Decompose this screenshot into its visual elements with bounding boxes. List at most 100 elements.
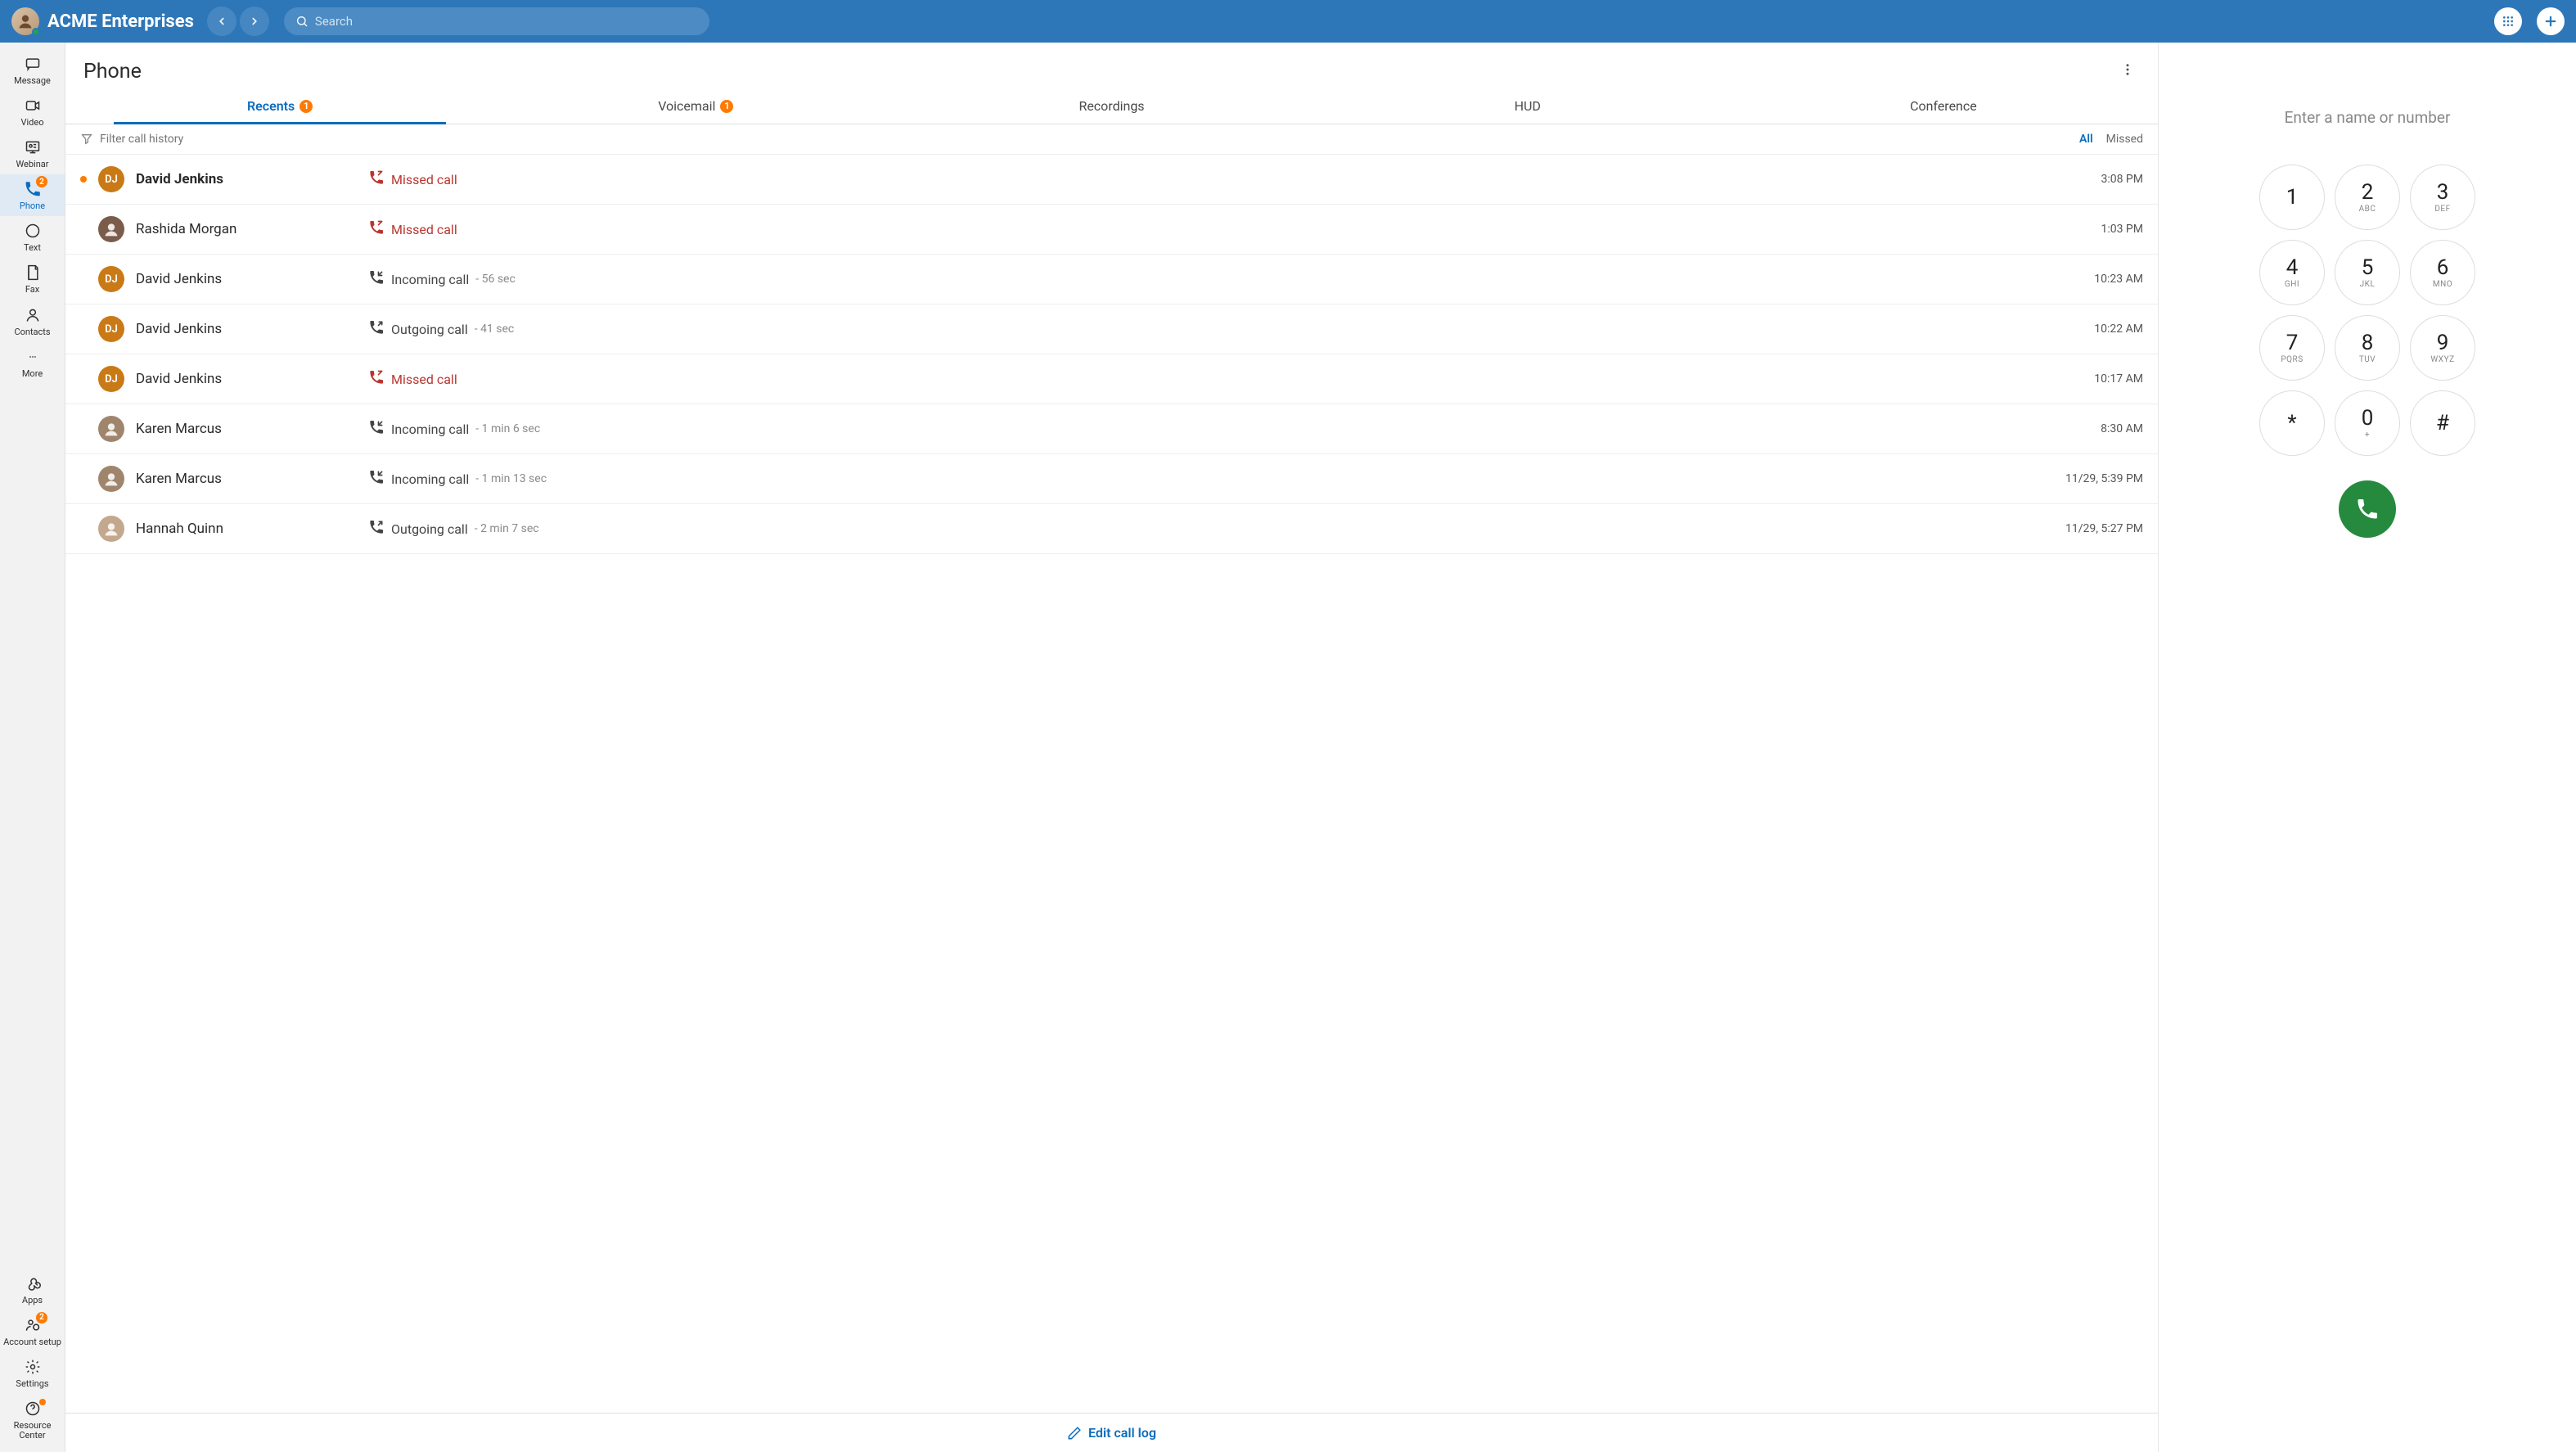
dialpad-key-2[interactable]: 2ABC	[2335, 165, 2400, 230]
chip-missed[interactable]: Missed	[2106, 133, 2143, 146]
dialpad-letters: TUV	[2359, 355, 2376, 364]
nav-item-account-setup[interactable]: Account setup2	[0, 1310, 65, 1352]
dialer-panel: Enter a name or number 12ABC3DEF 4GHI5JKL…	[2159, 43, 2576, 1452]
nav-item-label: More	[22, 369, 43, 379]
call-row[interactable]: Hannah QuinnOutgoing call2 min 7 sec11/2…	[65, 504, 2158, 554]
nav-item-video[interactable]: Video	[0, 91, 65, 133]
call-time: 10:23 AM	[2045, 273, 2143, 286]
chevron-right-icon	[249, 16, 260, 27]
tab-hud[interactable]: HUD	[1320, 88, 1736, 124]
call-row[interactable]: Rashida MorganMissed call1:03 PM	[65, 205, 2158, 255]
user-avatar[interactable]	[11, 7, 39, 35]
nav-item-message[interactable]: Message	[0, 49, 65, 91]
nav-item-apps[interactable]: Apps	[0, 1269, 65, 1310]
outgoing-call-icon	[368, 519, 385, 539]
dialpad-letters: PQRS	[2281, 355, 2303, 364]
tab-recordings[interactable]: Recordings	[903, 88, 1319, 124]
search-input[interactable]	[315, 14, 698, 29]
nav-item-text[interactable]: Text	[0, 216, 65, 258]
nav-item-settings[interactable]: Settings	[0, 1352, 65, 1394]
nav-item-webinar[interactable]: Webinar	[0, 133, 65, 174]
tab-badge: 1	[299, 100, 313, 113]
tab-label: Recents	[247, 98, 295, 114]
tab-conference[interactable]: Conference	[1736, 88, 2151, 124]
search-box[interactable]	[284, 7, 709, 35]
contact-avatar	[98, 416, 124, 442]
dialpad-key-3[interactable]: 3DEF	[2410, 165, 2475, 230]
missed-call-icon	[368, 169, 385, 189]
text-icon	[20, 221, 46, 241]
edit-call-log-button[interactable]: Edit call log	[65, 1413, 2158, 1452]
dialpad-digit: #	[2436, 413, 2449, 434]
call-row[interactable]: DJDavid JenkinsMissed call3:08 PM	[65, 155, 2158, 205]
dialpad-digit: 7	[2286, 332, 2299, 354]
dialpad-key-*[interactable]: *	[2259, 390, 2325, 456]
call-row[interactable]: Karen MarcusIncoming call1 min 13 sec11/…	[65, 454, 2158, 504]
settings-icon	[20, 1357, 46, 1377]
call-status-label: Incoming call	[391, 272, 469, 287]
more-menu-button[interactable]	[2115, 57, 2140, 85]
nav-back-button[interactable]	[207, 7, 236, 36]
filter-icon	[80, 133, 93, 146]
filter-input[interactable]	[100, 133, 263, 146]
contact-name: David Jenkins	[136, 371, 357, 387]
nav-item-label: Fax	[25, 285, 39, 295]
call-time: 1:03 PM	[2045, 223, 2143, 236]
call-row[interactable]: DJDavid JenkinsMissed call10:17 AM	[65, 354, 2158, 404]
call-row[interactable]: DJDavid JenkinsOutgoing call41 sec10:22 …	[65, 304, 2158, 354]
chip-all[interactable]: All	[2079, 133, 2093, 146]
dialpad-key-0[interactable]: 0+	[2335, 390, 2400, 456]
call-time: 11/29, 5:27 PM	[2045, 522, 2143, 535]
call-time: 10:22 AM	[2045, 322, 2143, 336]
call-duration: 41 sec	[475, 322, 515, 336]
nav-notification-dot	[39, 1399, 46, 1405]
call-time: 11/29, 5:39 PM	[2045, 472, 2143, 485]
nav-item-phone[interactable]: Phone2	[0, 174, 65, 216]
dial-input-placeholder[interactable]: Enter a name or number	[2285, 108, 2451, 127]
dialpad-key-7[interactable]: 7PQRS	[2259, 315, 2325, 381]
add-button[interactable]	[2537, 7, 2565, 35]
dialpad-key-4[interactable]: 4GHI	[2259, 240, 2325, 305]
nav-badge: 2	[36, 176, 47, 187]
side-nav: Message VideoWebinarPhone2 Text Fax Contacts…	[0, 43, 65, 1452]
dialpad-digit: 6	[2437, 257, 2449, 278]
nav-item-label: Settings	[16, 1379, 48, 1389]
call-row[interactable]: DJDavid JenkinsIncoming call56 sec10:23 …	[65, 255, 2158, 304]
incoming-call-icon	[368, 469, 385, 489]
dialpad-button[interactable]	[2494, 7, 2522, 35]
call-button[interactable]	[2339, 480, 2396, 538]
edit-call-log-label: Edit call log	[1088, 1425, 1156, 1441]
tab-voicemail[interactable]: Voicemail1	[488, 88, 903, 124]
contacts-icon	[20, 305, 46, 325]
call-row[interactable]: Karen MarcusIncoming call1 min 6 sec8:30…	[65, 404, 2158, 454]
tab-recents[interactable]: Recents 1	[72, 88, 488, 124]
call-status: Outgoing call2 min 7 sec	[368, 519, 2033, 539]
nav-item-label: Message	[14, 76, 51, 86]
tab-label: Recordings	[1079, 98, 1144, 114]
dialpad-digit: 5	[2362, 257, 2374, 278]
contact-avatar: DJ	[98, 166, 124, 192]
call-status: Missed call	[368, 169, 2033, 189]
dialpad-key-#[interactable]: #	[2410, 390, 2475, 456]
dialpad-key-5[interactable]: 5JKL	[2335, 240, 2400, 305]
contact-name: David Jenkins	[136, 271, 357, 287]
dialpad-digit: 2	[2362, 182, 2374, 203]
nav-item-contacts[interactable]: Contacts	[0, 300, 65, 342]
nav-item-label: Apps	[22, 1296, 43, 1305]
nav-item-resource-center[interactable]: Resource Center	[0, 1394, 65, 1445]
dialpad-digit: *	[2287, 413, 2296, 434]
more-icon	[20, 347, 46, 367]
dialpad-key-1[interactable]: 1	[2259, 165, 2325, 230]
phone-panel: Phone Recents1Voicemail1RecordingsHUDCon…	[65, 43, 2159, 1452]
call-list: DJDavid JenkinsMissed call3:08 PMRashida…	[65, 155, 2158, 1413]
apps-icon	[20, 1274, 46, 1293]
dialpad-key-8[interactable]: 8TUV	[2335, 315, 2400, 381]
nav-forward-button[interactable]	[240, 7, 269, 36]
dialpad-key-9[interactable]: 9WXYZ	[2410, 315, 2475, 381]
nav-item-fax[interactable]: Fax	[0, 258, 65, 300]
webinar-icon	[20, 138, 46, 157]
nav-item-label: Text	[24, 243, 41, 253]
dialpad-icon	[2502, 15, 2515, 28]
dialpad-key-6[interactable]: 6MNO	[2410, 240, 2475, 305]
nav-item-more[interactable]: More	[0, 342, 65, 384]
